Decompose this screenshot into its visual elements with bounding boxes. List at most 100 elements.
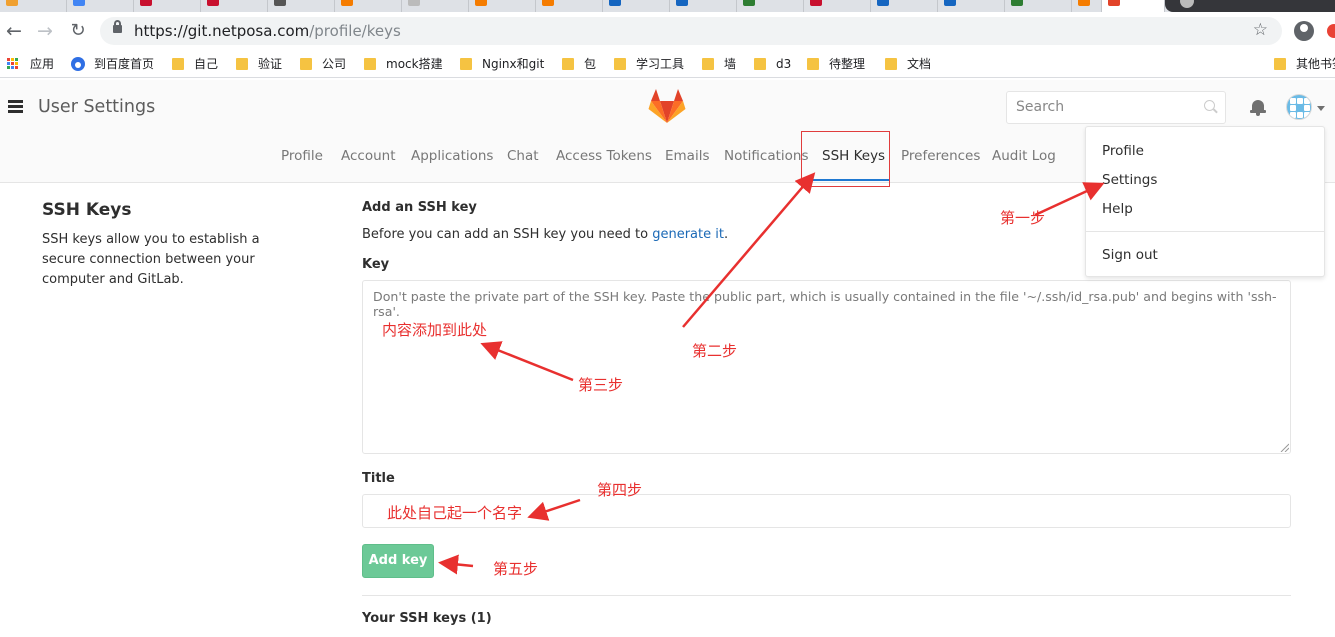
address-bar[interactable]: https://git.netposa.com/profile/keys ☆ bbox=[100, 17, 1282, 45]
section-description: SSH keys allow you to establish a secure… bbox=[42, 232, 260, 287]
bookmark-label: 到百度首页 bbox=[94, 57, 155, 71]
menu-item-profile[interactable]: Profile bbox=[1102, 143, 1144, 159]
bookmark-label: d3 bbox=[776, 57, 792, 71]
bookmark-folder[interactable]: 待整理 bbox=[807, 55, 877, 73]
browser-tab[interactable] bbox=[0, 0, 67, 12]
menu-item-settings[interactable]: Settings bbox=[1102, 172, 1157, 188]
bookmark-folder[interactable]: 学习工具 bbox=[614, 55, 694, 73]
account-icon[interactable] bbox=[1294, 21, 1314, 41]
tab-preferences[interactable]: Preferences bbox=[901, 148, 980, 164]
browser-tab[interactable] bbox=[871, 0, 938, 12]
divider bbox=[362, 595, 1291, 596]
bookmark-folder[interactable]: 墙 bbox=[702, 55, 742, 73]
folder-icon bbox=[364, 58, 376, 70]
apps-grid-icon bbox=[7, 58, 19, 70]
bookmark-folder[interactable]: 包 bbox=[562, 55, 602, 73]
browser-tab[interactable] bbox=[402, 0, 469, 12]
bookmark-baidu[interactable]: 到百度首页 bbox=[71, 55, 161, 73]
tab-audit-log[interactable]: Audit Log bbox=[992, 148, 1056, 164]
bookmark-folder[interactable]: 验证 bbox=[236, 55, 291, 73]
browser-toolbar: ← → ↻ https://git.netposa.com/profile/ke… bbox=[0, 12, 1335, 50]
bookmark-folder[interactable]: Nginx和git bbox=[460, 55, 550, 73]
tab-favicon-icon bbox=[73, 0, 85, 6]
browser-tab[interactable] bbox=[268, 0, 335, 12]
tab-chat[interactable]: Chat bbox=[507, 148, 539, 164]
forward-icon[interactable]: → bbox=[34, 20, 56, 42]
tab-favicon-icon bbox=[609, 0, 621, 6]
annotation-step4: 第四步 bbox=[597, 481, 643, 499]
browser-tab[interactable] bbox=[670, 0, 737, 12]
browser-tab[interactable] bbox=[737, 0, 804, 12]
tab-favicon-icon bbox=[1011, 0, 1023, 6]
menu-item-help[interactable]: Help bbox=[1102, 201, 1133, 217]
baidu-paw-icon bbox=[71, 57, 85, 71]
key-textarea[interactable] bbox=[363, 281, 1290, 453]
tab-favicon-icon bbox=[274, 0, 286, 6]
extension-icon[interactable] bbox=[1327, 24, 1335, 38]
bookmark-label: 文档 bbox=[907, 57, 932, 71]
menu-divider bbox=[1086, 231, 1324, 232]
browser-tab[interactable] bbox=[536, 0, 603, 12]
folder-icon bbox=[460, 58, 472, 70]
folder-icon bbox=[885, 58, 897, 70]
browser-tab-active[interactable] bbox=[1102, 0, 1165, 12]
profile-icon[interactable] bbox=[1180, 0, 1194, 8]
tab-emails[interactable]: Emails bbox=[665, 148, 710, 164]
chevron-down-icon[interactable] bbox=[1317, 106, 1325, 111]
gitlab-logo-icon[interactable] bbox=[648, 88, 686, 124]
bookmark-other[interactable]: 其他书签 bbox=[1274, 55, 1335, 73]
browser-tab[interactable] bbox=[201, 0, 268, 12]
hamburger-menu-icon[interactable] bbox=[8, 100, 24, 114]
resize-handle-icon[interactable] bbox=[1279, 442, 1289, 452]
notification-bell-icon[interactable] bbox=[1250, 99, 1266, 116]
url-text[interactable]: https://git.netposa.com/profile/keys bbox=[134, 22, 401, 40]
tab-access-tokens[interactable]: Access Tokens bbox=[556, 148, 652, 164]
gitlab-favicon-icon bbox=[1108, 0, 1120, 6]
bookmark-folder[interactable]: mock搭建 bbox=[364, 55, 449, 73]
browser-tab[interactable] bbox=[67, 0, 134, 12]
browser-tab[interactable] bbox=[469, 0, 536, 12]
folder-icon bbox=[807, 58, 819, 70]
section-heading: SSH Keys bbox=[42, 200, 132, 220]
bookmark-folder[interactable]: 自己 bbox=[172, 55, 227, 73]
avatar[interactable] bbox=[1286, 94, 1312, 120]
reload-icon[interactable]: ↻ bbox=[67, 20, 89, 42]
browser-tab[interactable] bbox=[1005, 0, 1072, 12]
browser-tab[interactable] bbox=[1072, 0, 1102, 12]
back-icon[interactable]: ← bbox=[3, 20, 25, 42]
browser-tab[interactable] bbox=[804, 0, 871, 12]
tab-account[interactable]: Account bbox=[341, 148, 396, 164]
bookmark-apps[interactable]: 应用 bbox=[7, 55, 59, 73]
annotation-key-hint: 内容添加到此处 bbox=[382, 321, 488, 339]
browser-window-controls bbox=[1165, 0, 1335, 12]
bookmark-star-icon[interactable]: ☆ bbox=[1253, 20, 1268, 40]
menu-item-sign-out[interactable]: Sign out bbox=[1102, 247, 1158, 263]
folder-icon bbox=[300, 58, 312, 70]
bookmark-folder[interactable]: d3 bbox=[754, 55, 799, 73]
tab-profile[interactable]: Profile bbox=[281, 148, 323, 164]
tab-favicon-icon bbox=[475, 0, 487, 6]
bookmark-label: 墙 bbox=[724, 57, 737, 71]
generate-it-link[interactable]: generate it bbox=[652, 227, 724, 242]
bookmark-folder[interactable]: 文档 bbox=[885, 55, 945, 73]
tab-favicon-icon bbox=[341, 0, 353, 6]
bookmark-label: 学习工具 bbox=[636, 57, 685, 71]
tab-favicon-icon bbox=[140, 0, 152, 6]
tab-notifications[interactable]: Notifications bbox=[724, 148, 809, 164]
browser-tab[interactable] bbox=[938, 0, 1005, 12]
page-title: User Settings bbox=[38, 97, 156, 117]
search-box[interactable] bbox=[1006, 91, 1226, 124]
tab-favicon-icon bbox=[810, 0, 822, 6]
url-path: /profile/keys bbox=[309, 22, 401, 40]
browser-tab[interactable] bbox=[603, 0, 670, 12]
browser-tab[interactable] bbox=[134, 0, 201, 12]
search-input[interactable] bbox=[1016, 99, 1196, 115]
tab-applications[interactable]: Applications bbox=[411, 148, 493, 164]
bookmark-folder[interactable]: 公司 bbox=[300, 55, 355, 73]
add-key-button[interactable]: Add key bbox=[362, 544, 434, 578]
bookmark-label: 包 bbox=[584, 57, 597, 71]
browser-tab[interactable] bbox=[335, 0, 402, 12]
bookmark-label: 验证 bbox=[258, 57, 283, 71]
form-title: Add an SSH key bbox=[362, 200, 477, 215]
your-ssh-keys-heading: Your SSH keys (1) bbox=[362, 611, 492, 626]
